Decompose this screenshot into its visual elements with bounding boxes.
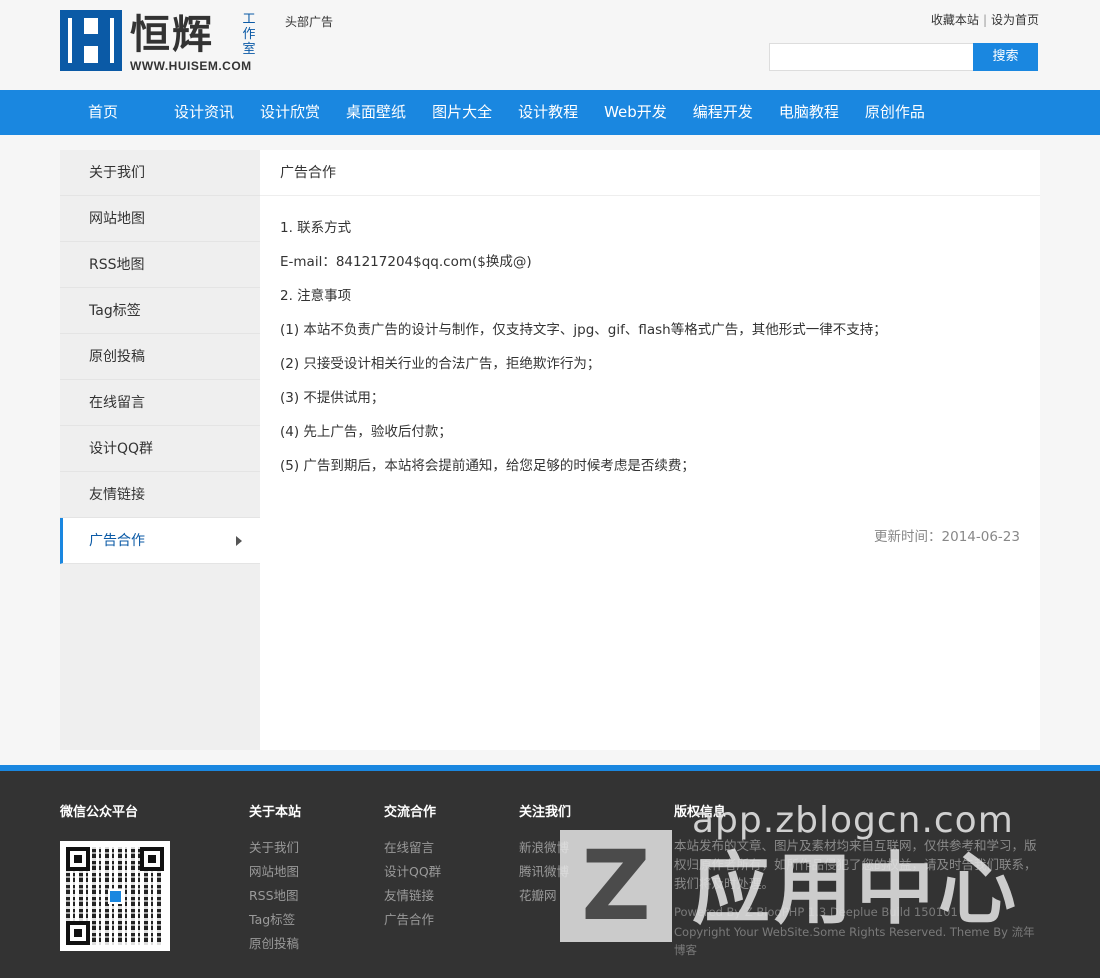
qr-code-icon — [66, 847, 164, 945]
footer-heading: 微信公众平台 — [60, 805, 139, 820]
nav-item-pc-tutorials[interactable]: 电脑教程 — [766, 90, 852, 135]
footer-link-sitemap[interactable]: 网站地图 — [249, 860, 301, 884]
footer-copyright: 版权信息 本站发布的文章、图片及素材均来自互联网，仅供参考和学习，版权归原作者所… — [674, 801, 1040, 959]
footer-exchange: 交流合作 在线留言 设计QQ群 友情链接 广告合作 — [384, 801, 441, 932]
sidebar-item-rss-map[interactable]: RSS地图 — [60, 242, 260, 288]
footer-link-tencent-weibo[interactable]: 腾讯微博 — [519, 860, 571, 884]
footer-heading: 交流合作 — [384, 805, 437, 820]
footer-link-advertising[interactable]: 广告合作 — [384, 908, 441, 932]
header: 恒辉 工作室 WWW.HUISEM.COM 头部广告 收藏本站 | 设为首页 搜索 — [0, 0, 1100, 90]
sidebar-item-label: 广告合作 — [89, 533, 145, 549]
footer-about: 关于本站 关于我们 网站地图 RSS地图 Tag标签 原创投稿 — [249, 801, 301, 956]
paragraph: 1. 联系方式 — [280, 220, 352, 236]
footer-wechat: 微信公众平台 — [60, 801, 170, 951]
copyright-line: Copyright Your WebSite.Some Rights Reser… — [674, 925, 1035, 957]
set-homepage-link[interactable]: 设为首页 — [991, 13, 1039, 27]
footer-link-qq-group[interactable]: 设计QQ群 — [384, 860, 441, 884]
article-body: 1. 联系方式 E-mail：841217204$qq.com($换成@) 2.… — [260, 196, 1040, 476]
nav-item-wallpaper[interactable]: 桌面壁纸 — [333, 90, 419, 135]
paragraph: (3) 不提供试用； — [280, 390, 385, 406]
main-panel: 关于我们 网站地图 RSS地图 Tag标签 原创投稿 在线留言 设计QQ群 友情… — [60, 150, 1040, 750]
header-ad[interactable]: 头部广告 — [285, 13, 333, 30]
paragraph: (5) 广告到期后，本站将会提前通知，给您足够的时候考虑是否续费； — [280, 458, 695, 474]
footer-follow: 关注我们 新浪微博 腾讯微博 花瓣网 — [519, 801, 571, 908]
footer-link-tags[interactable]: Tag标签 — [249, 908, 301, 932]
content-area: 广告合作 1. 联系方式 E-mail：841217204$qq.com($换成… — [260, 150, 1040, 750]
paragraph: E-mail：841217204$qq.com($换成@) — [280, 254, 532, 270]
logo-url: WWW.HUISEM.COM — [130, 59, 252, 73]
search-input[interactable] — [769, 43, 973, 71]
paragraph: (1) 本站不负责广告的设计与制作，仅支持文字、jpg、gif、flash等格式… — [280, 322, 887, 338]
search-form: 搜索 — [769, 43, 1038, 71]
search-button[interactable]: 搜索 — [973, 43, 1038, 71]
bookmark-link[interactable]: 收藏本站 — [931, 13, 979, 27]
sidebar-item-message[interactable]: 在线留言 — [60, 380, 260, 426]
nav-item-images[interactable]: 图片大全 — [419, 90, 505, 135]
nav-item-programming[interactable]: 编程开发 — [680, 90, 766, 135]
top-links: 收藏本站 | 设为首页 — [931, 11, 1039, 28]
nav-item-design-news[interactable]: 设计资讯 — [161, 90, 247, 135]
sidebar-item-sitemap[interactable]: 网站地图 — [60, 196, 260, 242]
nav-item-web-dev[interactable]: Web开发 — [591, 90, 680, 135]
main-nav: 首页 设计资讯 设计欣赏 桌面壁纸 图片大全 设计教程 Web开发 编程开发 电… — [0, 90, 1100, 135]
logo-title: 恒辉 — [130, 11, 214, 58]
logo-subtitle: 工作室 — [242, 12, 256, 57]
footer: 微信公众平台 关于本站 关于我们 网站地图 RSS地图 Tag标签 原创投稿 交… — [0, 771, 1100, 978]
copyright-text: 本站发布的文章、图片及素材均来自互联网，仅供参考和学习，版权归原作者所有，如所作… — [674, 838, 1037, 891]
paragraph: (2) 只接受设计相关行业的合法广告，拒绝欺诈行为； — [280, 356, 601, 372]
site-logo[interactable]: 恒辉 工作室 WWW.HUISEM.COM — [60, 10, 260, 73]
nav-item-original-works[interactable]: 原创作品 — [852, 90, 938, 135]
sidebar-item-links[interactable]: 友情链接 — [60, 472, 260, 518]
wechat-qr-code — [60, 841, 170, 951]
update-time: 更新时间：2014-06-23 — [874, 529, 1020, 545]
footer-heading: 版权信息 — [674, 805, 727, 820]
footer-link-friend-links[interactable]: 友情链接 — [384, 884, 441, 908]
triangle-right-icon — [236, 536, 242, 546]
sidebar-item-submit[interactable]: 原创投稿 — [60, 334, 260, 380]
footer-link-message[interactable]: 在线留言 — [384, 836, 441, 860]
nav-item-design-showcase[interactable]: 设计欣赏 — [247, 90, 333, 135]
sidebar-item-qq-group[interactable]: 设计QQ群 — [60, 426, 260, 472]
sidebar: 关于我们 网站地图 RSS地图 Tag标签 原创投稿 在线留言 设计QQ群 友情… — [60, 150, 260, 750]
footer-link-rss[interactable]: RSS地图 — [249, 884, 301, 908]
paragraph: (4) 先上广告，验收后付款； — [280, 424, 452, 440]
sidebar-item-advertising[interactable]: 广告合作 — [60, 518, 260, 564]
footer-link-submit[interactable]: 原创投稿 — [249, 932, 301, 956]
footer-link-huaban[interactable]: 花瓣网 — [519, 884, 571, 908]
nav-item-home[interactable]: 首页 — [75, 90, 131, 135]
paragraph: 2. 注意事项 — [280, 288, 352, 304]
nav-item-design-tutorials[interactable]: 设计教程 — [505, 90, 591, 135]
powered-by: Powered By Z-BlogPHP 1.3 Deeplue Build 1… — [674, 905, 958, 919]
sidebar-item-tags[interactable]: Tag标签 — [60, 288, 260, 334]
divider: | — [982, 13, 987, 27]
footer-link-sina-weibo[interactable]: 新浪微博 — [519, 836, 571, 860]
logo-h-icon — [60, 10, 122, 71]
footer-heading: 关于本站 — [249, 805, 302, 820]
footer-link-about[interactable]: 关于我们 — [249, 836, 301, 860]
page-title: 广告合作 — [260, 150, 1040, 196]
sidebar-item-about[interactable]: 关于我们 — [60, 150, 260, 196]
footer-heading: 关注我们 — [519, 805, 572, 820]
